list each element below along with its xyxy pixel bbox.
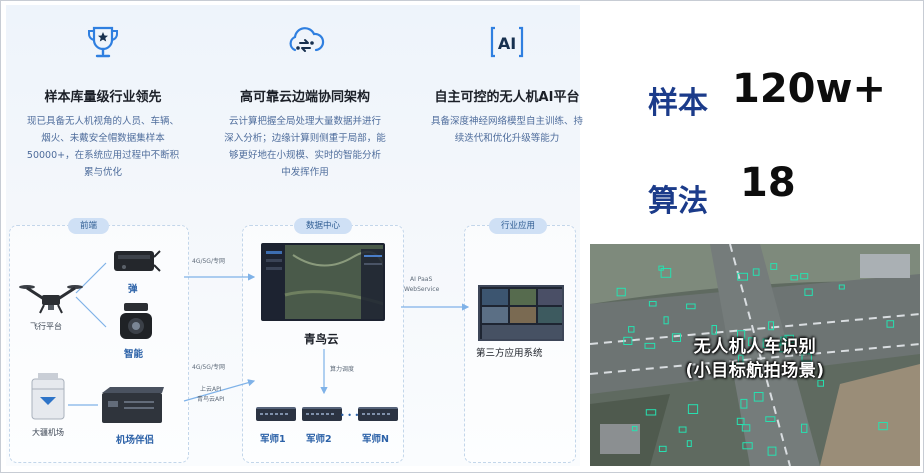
qingniao-api-label: 青鸟云API: [197, 396, 225, 403]
cloud-edge-icon: [289, 27, 325, 52]
compute-dispatch-label: 算力调度: [330, 366, 355, 373]
trophy-icon: [88, 26, 118, 58]
hangar-companion-icon: [102, 387, 164, 423]
link-bottom-label: 4G/5G/专网: [192, 364, 225, 371]
sample-value: 120w+: [732, 66, 886, 112]
smart-pod-icon: [120, 303, 152, 339]
cloud-name-label: 青鸟云: [304, 332, 339, 346]
server-icon: [256, 407, 296, 421]
feature-desc: 云计算把握全局处理大量数据并进行 深入分析；边缘计算则侧重于局部，能 够更好地在…: [224, 116, 386, 178]
feature-desc: 现已具备无人机视角的人员、车辆、 烟火、未戴安全帽数据集样本 50000+，在系…: [26, 116, 180, 178]
hangar-icon: [31, 373, 65, 420]
algorithm-value: 18: [740, 160, 796, 206]
aerial-detection-photo: 无人机人车识别 (小目标航拍场景): [590, 244, 920, 466]
pod-device-icon: [114, 250, 161, 272]
server-label: 军师N: [362, 434, 389, 445]
server-label: 军师2: [306, 434, 332, 445]
smart-pod-label: 智能: [124, 349, 144, 360]
server-icon: [302, 407, 342, 421]
drone-icon: [19, 285, 83, 314]
ai-paas-label: AI PaaS: [410, 276, 433, 283]
photo-caption-line1: 无人机人车识别: [693, 337, 817, 357]
link-top-label: 4G/5G/专网: [192, 258, 225, 265]
feature-cloud-edge: 高可靠云边端协同架构 云计算把握全局处理大量数据并进行 深入分析；边缘计算则侧重…: [210, 20, 400, 181]
pod-label: 弹: [128, 284, 138, 295]
ai-icon: AI: [490, 26, 524, 58]
algorithm-label: 算法: [648, 184, 708, 219]
cloud-dashboard-screen: [261, 243, 385, 321]
feature-title: 自主可控的无人机AI平台: [434, 90, 580, 105]
ellipsis-dots: • • •: [340, 411, 360, 420]
feature-ai-platform: AI 自主可控的无人机AI平台 具备深度神经网络模型自主训练、持 续迭代和优化升…: [412, 20, 602, 147]
hangar-label: 大疆机场: [32, 428, 64, 437]
sample-label: 样本: [648, 86, 708, 121]
svg-text:AI: AI: [498, 34, 516, 53]
upload-api-label: 上云API: [200, 386, 222, 393]
flight-platform-label: 飞行平台: [30, 322, 62, 331]
feature-title: 样本库量级行业领先: [44, 90, 162, 105]
server-label: 军师1: [260, 434, 286, 445]
webservice-label: WebService: [404, 286, 440, 293]
feature-sample-library: 样本库量级行业领先 现已具备无人机视角的人员、车辆、 烟火、未戴安全帽数据集样本…: [8, 20, 198, 181]
feature-desc: 具备深度神经网络模型自主训练、持 续迭代和优化升级等能力: [430, 116, 583, 144]
third-party-label: 第三方应用系统: [476, 348, 543, 359]
hangar-companion-label: 机场伴侣: [116, 435, 155, 446]
feature-title: 高可靠云边端协同架构: [239, 90, 370, 105]
photo-caption-line2: (小目标航拍场景): [685, 361, 825, 381]
server-icon: [358, 407, 398, 421]
video-wall-screen: [478, 285, 564, 341]
architecture-diagram: 前端 数据中心 行业应用 飞行平台 弹 智能 大疆机场 机场伴侣 4G/5G/专…: [6, 215, 580, 466]
